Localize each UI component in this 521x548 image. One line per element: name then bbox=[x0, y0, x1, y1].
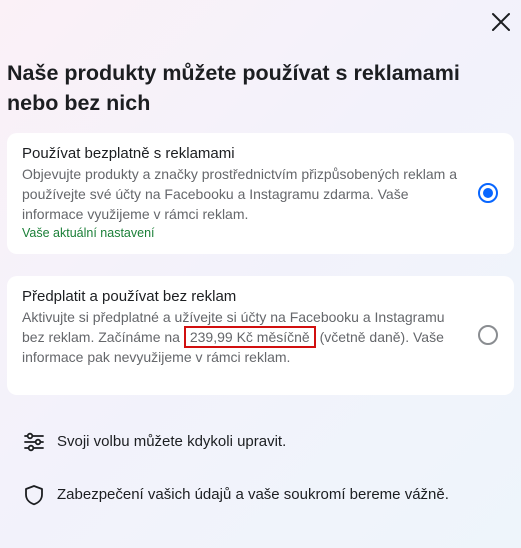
info-privacy: Zabezpečení vašich údajů a vaše soukromí… bbox=[22, 483, 449, 507]
current-setting-label: Vaše aktuální nastavení bbox=[22, 226, 155, 240]
close-button[interactable] bbox=[487, 10, 515, 38]
option-subscribe-no-ads[interactable]: Předplatit a používat bez reklam Aktivuj… bbox=[7, 276, 514, 395]
option-free-text: Používat bezplatně s reklamami Objevujte… bbox=[22, 144, 462, 242]
info-change-text: Svoji volbu můžete kdykoli upravit. bbox=[57, 433, 287, 450]
sliders-icon bbox=[22, 430, 46, 454]
close-icon[interactable] bbox=[491, 12, 511, 37]
option-subscribe-title: Předplatit a používat bez reklam bbox=[22, 288, 237, 305]
info-privacy-text: Zabezpečení vašich údajů a vaše soukromí… bbox=[57, 486, 449, 503]
option-subscribe-radio[interactable] bbox=[478, 325, 498, 345]
option-free-description: Objevujte produkty a značky prostřednict… bbox=[22, 166, 457, 222]
option-subscribe-text: Předplatit a používat bez reklam Aktivuj… bbox=[22, 287, 462, 367]
option-free-radio[interactable] bbox=[478, 183, 498, 203]
shield-icon bbox=[22, 483, 46, 507]
price-highlight: 239,99 Kč měsíčně bbox=[183, 326, 316, 348]
info-change-anytime: Svoji volbu můžete kdykoli upravit. bbox=[22, 430, 286, 454]
option-free-with-ads[interactable]: Používat bezplatně s reklamami Objevujte… bbox=[7, 133, 514, 254]
option-free-title: Používat bezplatně s reklamami bbox=[22, 145, 235, 162]
dialog-title: Naše produkty můžete používat s reklamam… bbox=[7, 61, 460, 115]
option-subscribe-description: Aktivujte si předplatné a užívejte si úč… bbox=[22, 307, 462, 367]
